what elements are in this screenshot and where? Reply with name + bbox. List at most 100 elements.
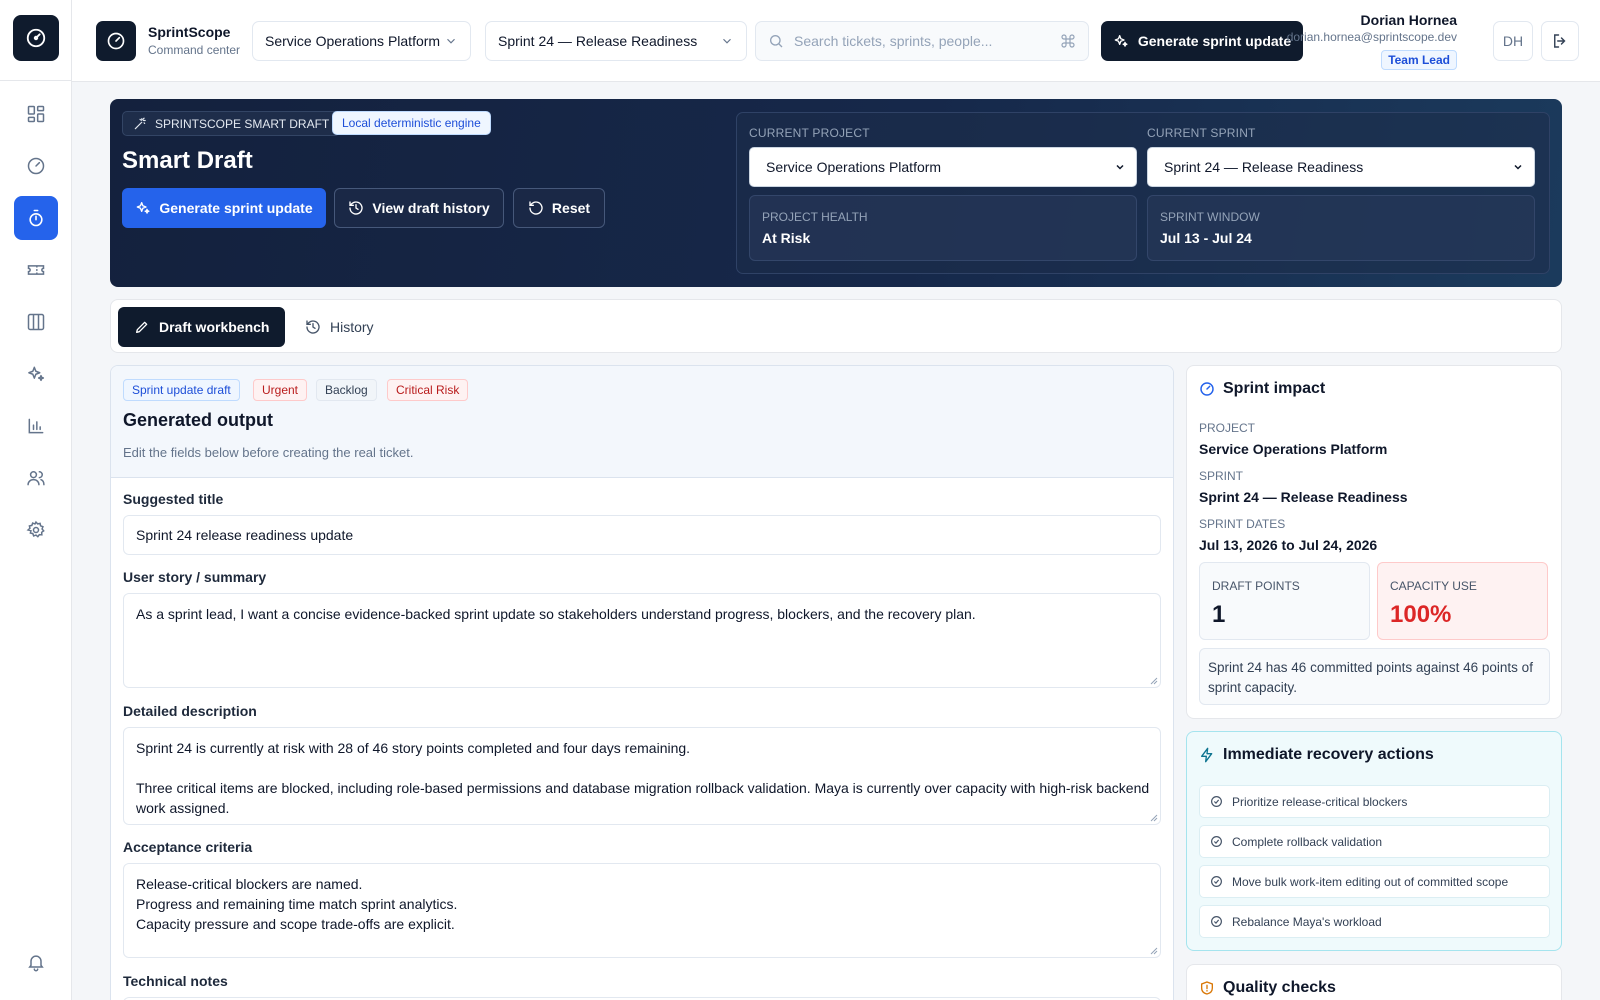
impact-dates-value: Jul 13, 2026 to Jul 24, 2026 bbox=[1199, 537, 1378, 553]
resize-handle-icon[interactable] bbox=[1150, 814, 1158, 822]
draft-points-value: 1 bbox=[1212, 601, 1226, 628]
tab-history-label: History bbox=[330, 319, 374, 335]
sidebar-item-tickets[interactable] bbox=[14, 248, 58, 292]
sidebar-item-board[interactable] bbox=[14, 300, 58, 344]
current-sprint-label: CURRENT SPRINT bbox=[1147, 126, 1256, 140]
hero-badge: SPRINTSCOPE SMART DRAFT bbox=[122, 111, 341, 136]
sidebar-item-reports[interactable] bbox=[14, 404, 58, 448]
quality-checks-card: Quality checks bbox=[1186, 964, 1562, 1000]
board-columns-icon bbox=[27, 313, 45, 331]
sidebar bbox=[0, 0, 72, 1000]
sprint-impact-card: Sprint impact PROJECT Service Operations… bbox=[1186, 365, 1562, 719]
gauge-icon bbox=[1200, 382, 1214, 396]
sprint-window-label: SPRINT WINDOW bbox=[1160, 210, 1260, 224]
reset-label: Reset bbox=[551, 200, 591, 216]
sidebar-item-dashboard[interactable] bbox=[14, 92, 58, 136]
current-project-value: Service Operations Platform bbox=[766, 159, 942, 175]
impact-project-value: Service Operations Platform bbox=[1199, 441, 1388, 457]
sprint-impact-title-text: Sprint impact bbox=[1223, 380, 1326, 397]
summary-value: As a sprint lead, I want a concise evide… bbox=[136, 606, 976, 622]
description-label: Detailed description bbox=[123, 703, 257, 719]
app-logo[interactable] bbox=[13, 15, 59, 61]
recovery-action-item[interactable]: Rebalance Maya's workload bbox=[1199, 905, 1550, 938]
users-icon bbox=[27, 471, 45, 486]
context-panel: CURRENT PROJECT CURRENT SPRINT Service O… bbox=[736, 112, 1550, 274]
recovery-actions-card: Immediate recovery actions Prioritize re… bbox=[1186, 731, 1562, 951]
sprint-select-value: Sprint 24 — Release Readiness bbox=[498, 33, 698, 49]
status-chip: Backlog bbox=[316, 379, 377, 401]
summary-textarea[interactable]: As a sprint lead, I want a concise evide… bbox=[123, 593, 1161, 688]
sprint-window-card: SPRINT WINDOW Jul 13 - Jul 24 bbox=[1147, 195, 1535, 261]
quality-checks-title: Quality checks bbox=[1199, 979, 1336, 997]
priority-chip: Urgent bbox=[253, 379, 308, 401]
search-input[interactable]: Search tickets, sprints, people... bbox=[755, 21, 1089, 61]
output-title: Generated output bbox=[123, 410, 274, 430]
gauge-logo-icon bbox=[26, 28, 46, 48]
shield-alert-icon bbox=[1201, 981, 1213, 995]
description-textarea[interactable]: Sprint 24 is currently at risk with 28 o… bbox=[123, 727, 1161, 825]
sidebar-item-team[interactable] bbox=[14, 456, 58, 500]
search-placeholder: Search tickets, sprints, people... bbox=[794, 33, 993, 49]
sidebar-item-notifications[interactable] bbox=[14, 940, 58, 984]
acceptance-textarea[interactable]: Release-critical blockers are named. Pro… bbox=[123, 863, 1161, 958]
acceptance-line-2: Progress and remaining time match sprint… bbox=[136, 896, 458, 912]
brand-name: SprintScope bbox=[148, 24, 231, 40]
tab-bar: Draft workbench History bbox=[110, 299, 1562, 353]
recovery-action-item[interactable]: Prioritize release-critical blockers bbox=[1199, 785, 1550, 818]
settings-icon bbox=[26, 520, 45, 538]
ticket-icon bbox=[27, 265, 45, 275]
lightning-icon bbox=[1201, 747, 1213, 763]
acceptance-label: Acceptance criteria bbox=[123, 839, 253, 855]
magic-wand-icon bbox=[134, 117, 146, 129]
hero-badge-label: SPRINTSCOPE SMART DRAFT bbox=[155, 116, 330, 131]
resize-handle-icon[interactable] bbox=[1150, 677, 1158, 685]
chevron-down-icon bbox=[723, 38, 731, 44]
tab-draft-workbench[interactable]: Draft workbench bbox=[118, 307, 286, 347]
sprint-select[interactable]: Sprint 24 — Release Readiness bbox=[485, 21, 747, 61]
sidebar-divider bbox=[0, 80, 71, 81]
description-line-2: Three critical items are blocked, includ… bbox=[136, 780, 1150, 796]
project-health-value: At Risk bbox=[762, 230, 811, 246]
resize-handle-icon[interactable] bbox=[1150, 947, 1158, 955]
current-project-select[interactable]: Service Operations Platform bbox=[749, 147, 1137, 187]
logout-button[interactable] bbox=[1541, 21, 1579, 61]
recovery-action-label: Rebalance Maya's workload bbox=[1232, 914, 1382, 929]
topbar: SprintScope Command center Service Opera… bbox=[72, 0, 1600, 82]
avatar[interactable]: DH bbox=[1493, 21, 1533, 61]
brand-subtitle: Command center bbox=[148, 43, 241, 57]
output-subtitle: Edit the fields below before creating th… bbox=[123, 445, 414, 460]
user-email: dorian.hornea@sprintscope.dev bbox=[1286, 30, 1457, 44]
bar-chart-icon bbox=[28, 418, 44, 434]
suggested-title-input[interactable]: Sprint 24 release readiness update bbox=[123, 515, 1161, 555]
command-key-icon bbox=[1061, 34, 1075, 48]
sidebar-item-ai[interactable] bbox=[14, 352, 58, 396]
sidebar-item-settings[interactable] bbox=[14, 508, 58, 552]
tab-history[interactable]: History bbox=[289, 307, 390, 347]
sidebar-item-overview[interactable] bbox=[14, 144, 58, 188]
sprint-impact-title: Sprint impact bbox=[1199, 380, 1325, 398]
capacity-use-label: CAPACITY USE bbox=[1390, 579, 1477, 593]
sidebar-item-smart-draft[interactable] bbox=[14, 196, 58, 240]
risk-chip: Critical Risk bbox=[387, 379, 469, 401]
generate-sprint-update-button[interactable]: Generate sprint update bbox=[1101, 21, 1303, 61]
current-sprint-select[interactable]: Sprint 24 — Release Readiness bbox=[1147, 147, 1535, 187]
view-draft-history-button[interactable]: View draft history bbox=[334, 188, 504, 228]
reset-button[interactable]: Reset bbox=[513, 188, 605, 228]
impact-sprint-value: Sprint 24 — Release Readiness bbox=[1199, 489, 1408, 505]
gauge-icon bbox=[27, 157, 45, 175]
project-select[interactable]: Service Operations Platform bbox=[252, 21, 471, 61]
bell-icon bbox=[28, 955, 44, 972]
user-role-badge: Team Lead bbox=[1381, 50, 1457, 70]
project-health-label: PROJECT HEALTH bbox=[762, 210, 868, 224]
summary-label: User story / summary bbox=[123, 569, 267, 585]
hero-generate-button[interactable]: Generate sprint update bbox=[122, 188, 326, 228]
description-line-3: work assigned. bbox=[136, 800, 230, 816]
recovery-action-item[interactable]: Move bulk work-item editing out of commi… bbox=[1199, 865, 1550, 898]
page-title: Smart Draft bbox=[122, 147, 253, 174]
generated-output-panel: Sprint update draft Urgent Backlog Criti… bbox=[110, 365, 1174, 1000]
sparkles-icon bbox=[1114, 35, 1128, 47]
recovery-action-item[interactable]: Complete rollback validation bbox=[1199, 825, 1550, 858]
smart-draft-hero: SPRINTSCOPE SMART DRAFT Local determinis… bbox=[110, 99, 1562, 287]
brand-logo[interactable] bbox=[96, 21, 136, 61]
capacity-note: Sprint 24 has 46 committed points agains… bbox=[1199, 648, 1550, 705]
